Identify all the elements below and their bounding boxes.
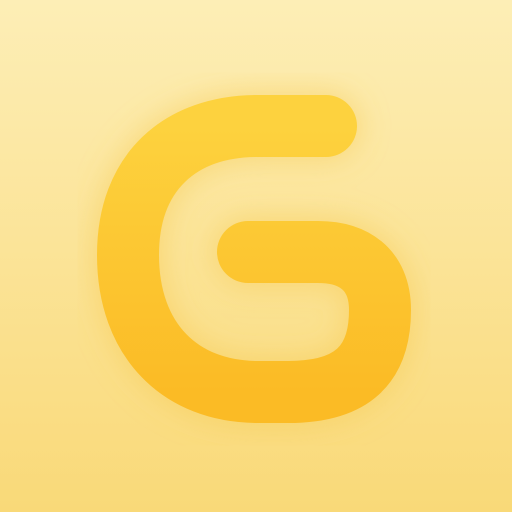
glyph-g — [97, 95, 411, 423]
app-icon — [0, 0, 512, 512]
letter-g-logo-icon — [93, 91, 415, 427]
